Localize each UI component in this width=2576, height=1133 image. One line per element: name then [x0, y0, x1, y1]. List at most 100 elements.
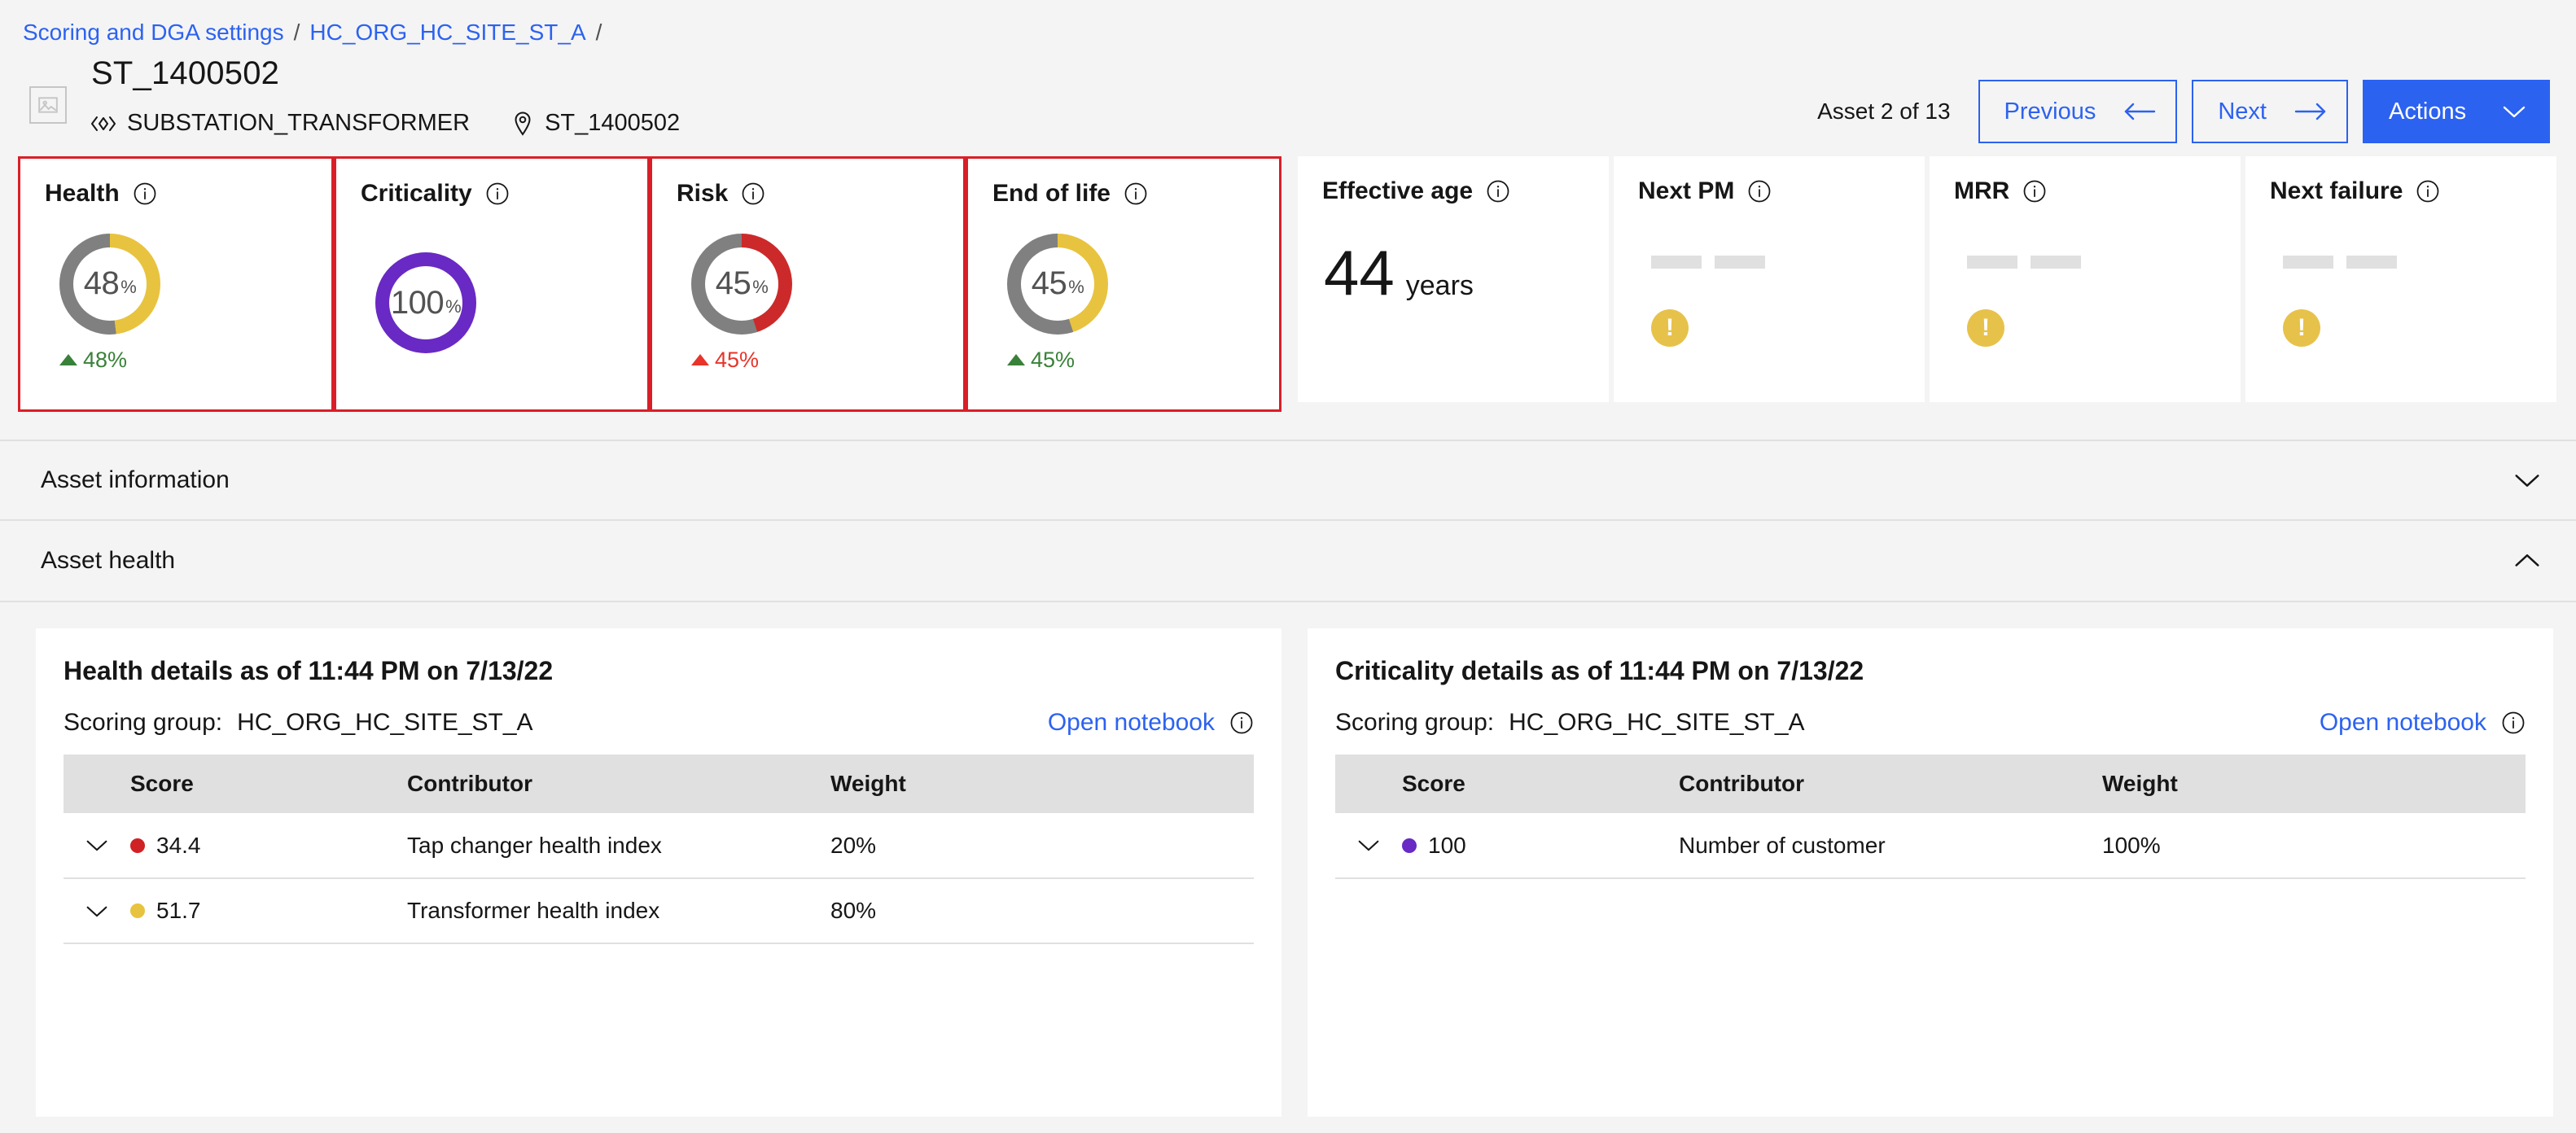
scoring-group-value: HC_ORG_HC_SITE_ST_A — [237, 709, 533, 736]
kpi-card-end-of-life[interactable]: End of life 45% 45% — [968, 159, 1279, 409]
open-notebook-label: Open notebook — [1047, 709, 1215, 736]
kpi-body: 100% — [361, 208, 623, 393]
kpi-value: 45% — [1031, 265, 1084, 301]
asset-count-label: Asset 2 of 13 — [1817, 98, 1951, 124]
info-icon[interactable] — [1747, 179, 1772, 203]
previous-button[interactable]: Previous — [1978, 80, 2178, 143]
breadcrumb: Scoring and DGA settings / HC_ORG_HC_SIT… — [0, 0, 2576, 44]
kpi-value: 44 — [1324, 237, 1395, 308]
table-row[interactable]: 51.7 Transformer health index 80% — [64, 878, 1254, 944]
row-contributor: Tap changer health index — [407, 813, 830, 879]
panel-criticality-details: Criticality details as of 11:44 PM on 7/… — [1308, 628, 2553, 1117]
warning-icon[interactable]: ! — [1651, 309, 1689, 347]
next-button-label: Next — [2218, 98, 2267, 125]
info-icon[interactable] — [485, 182, 510, 206]
kpi-unit: % — [1068, 277, 1084, 297]
details-table: Score Contributor Weight 34.4 Tap changer he… — [64, 755, 1254, 944]
arrow-right-icon — [2294, 102, 2327, 121]
scoring-group-label: Scoring group: — [1335, 709, 1495, 736]
chevron-down-icon — [2501, 103, 2527, 120]
kpi-card-next-failure[interactable]: Next failure! — [2245, 156, 2556, 402]
accordion-asset-health[interactable]: Asset health — [0, 521, 2576, 602]
panel-health-details: Health details as of 11:44 PM on 7/13/22… — [36, 628, 1281, 1117]
row-score-cell: 51.7 — [130, 898, 407, 924]
warning-icon[interactable]: ! — [1967, 309, 2004, 347]
kpi-highlighted-group: Health 48% 48% Criticality 100% Risk 45% 45% End… — [18, 156, 1281, 412]
table-row[interactable]: 100 Number of customer 100% — [1335, 813, 2526, 879]
previous-button-label: Previous — [2004, 98, 2096, 125]
kpi-card-criticality[interactable]: Criticality 100% — [336, 159, 647, 409]
open-notebook-label: Open notebook — [2319, 709, 2486, 736]
kpi-card-next-pm[interactable]: Next PM! — [1614, 156, 1925, 402]
row-expand-button[interactable] — [64, 838, 130, 852]
kpi-body: ! — [1638, 205, 1900, 386]
table-body: 100 Number of customer 100% — [1335, 813, 2526, 879]
open-notebook-link[interactable]: Open notebook — [1048, 709, 1254, 737]
kpi-placeholder-bars — [1651, 256, 1900, 269]
info-icon[interactable] — [133, 182, 157, 206]
accordion-asset-information[interactable]: Asset information — [0, 440, 2576, 521]
page-header: ST_1400502 SUBSTATION_TRANSFORMER ST_140… — [0, 44, 2576, 143]
row-contributor: Transformer health index — [407, 878, 830, 944]
kpi-card-risk[interactable]: Risk 45% 45% — [652, 159, 963, 409]
info-icon[interactable] — [1486, 179, 1510, 203]
kpi-title-row: Next failure — [2270, 177, 2532, 205]
kpi-donut-health: 48% — [59, 233, 160, 335]
panel-subheader: Scoring group: HC_ORG_HC_SITE_ST_A Open no… — [1335, 709, 2526, 737]
row-score-cell: 34.4 — [130, 833, 407, 859]
breadcrumb-item-scoring-group[interactable]: HC_ORG_HC_SITE_ST_A — [309, 21, 585, 44]
column-header-contributor: Contributor — [407, 755, 830, 813]
kpi-title-row: Effective age — [1322, 177, 1584, 205]
accordion-label: Asset health — [41, 547, 176, 574]
kpi-unit: % — [445, 295, 462, 317]
kpi-title-row: End of life — [992, 180, 1255, 208]
row-expand-button[interactable] — [1335, 838, 1402, 852]
kpi-title: End of life — [992, 180, 1111, 207]
accordion-list: Asset information Asset health — [0, 440, 2576, 602]
trend-up-icon — [1007, 354, 1025, 365]
kpi-placeholder-bars — [2283, 256, 2532, 269]
trend-up-icon — [59, 354, 77, 365]
scoring-group-label: Scoring group: — [64, 709, 223, 736]
kpi-title-row: Next PM — [1638, 177, 1900, 205]
actions-button[interactable]: Actions — [2363, 80, 2550, 143]
info-icon[interactable] — [1229, 711, 1254, 735]
kpi-body: 45% 45% — [992, 208, 1255, 393]
panel-subheader: Scoring group: HC_ORG_HC_SITE_ST_A Open no… — [64, 709, 1254, 737]
kpi-title: Health — [45, 180, 120, 207]
kpi-card-effective-age[interactable]: Effective age 44 years — [1298, 156, 1609, 402]
status-dot — [130, 838, 145, 853]
row-score-value: 51.7 — [156, 898, 201, 923]
breadcrumb-item-scoring-settings[interactable]: Scoring and DGA settings — [23, 21, 284, 44]
row-score-cell: 100 — [1402, 833, 1679, 859]
kpi-delta-health: 48% — [59, 348, 307, 373]
info-icon[interactable] — [2022, 179, 2047, 203]
kpi-card-health[interactable]: Health 48% 48% — [20, 159, 331, 409]
kpi-card-mrr[interactable]: MRR! — [1930, 156, 2241, 402]
asset-location-label: ST_1400502 — [545, 110, 681, 136]
info-icon[interactable] — [2501, 711, 2526, 735]
kpi-title-row: MRR — [1954, 177, 2216, 205]
info-icon[interactable] — [1124, 182, 1148, 206]
kpi-title: Next PM — [1638, 177, 1735, 204]
chevron-down-icon[interactable] — [2514, 472, 2540, 488]
kpi-delta-end-of-life: 45% — [1007, 348, 1255, 373]
info-icon[interactable] — [2416, 179, 2440, 203]
table-row[interactable]: 34.4 Tap changer health index 20% — [64, 813, 1254, 879]
chevron-up-icon[interactable] — [2514, 553, 2540, 569]
info-icon[interactable] — [741, 182, 765, 206]
details-table: Score Contributor Weight 100 Number of custo… — [1335, 755, 2526, 879]
arrow-left-icon — [2123, 102, 2156, 121]
kpi-value: 100% — [390, 284, 462, 321]
kpi-title: Criticality — [361, 180, 472, 207]
kpi-delta-risk: 45% — [691, 348, 939, 373]
row-weight: 100% — [2102, 813, 2526, 879]
trend-up-icon — [691, 354, 709, 365]
warning-icon[interactable]: ! — [2283, 309, 2320, 347]
column-header-weight: Weight — [830, 755, 1254, 813]
panel-title: Health details as of 11:44 PM on 7/13/22 — [64, 656, 554, 685]
next-button[interactable]: Next — [2192, 80, 2348, 143]
open-notebook-link[interactable]: Open notebook — [2320, 709, 2526, 737]
row-expand-button[interactable] — [64, 904, 130, 918]
row-weight: 80% — [830, 878, 1254, 944]
